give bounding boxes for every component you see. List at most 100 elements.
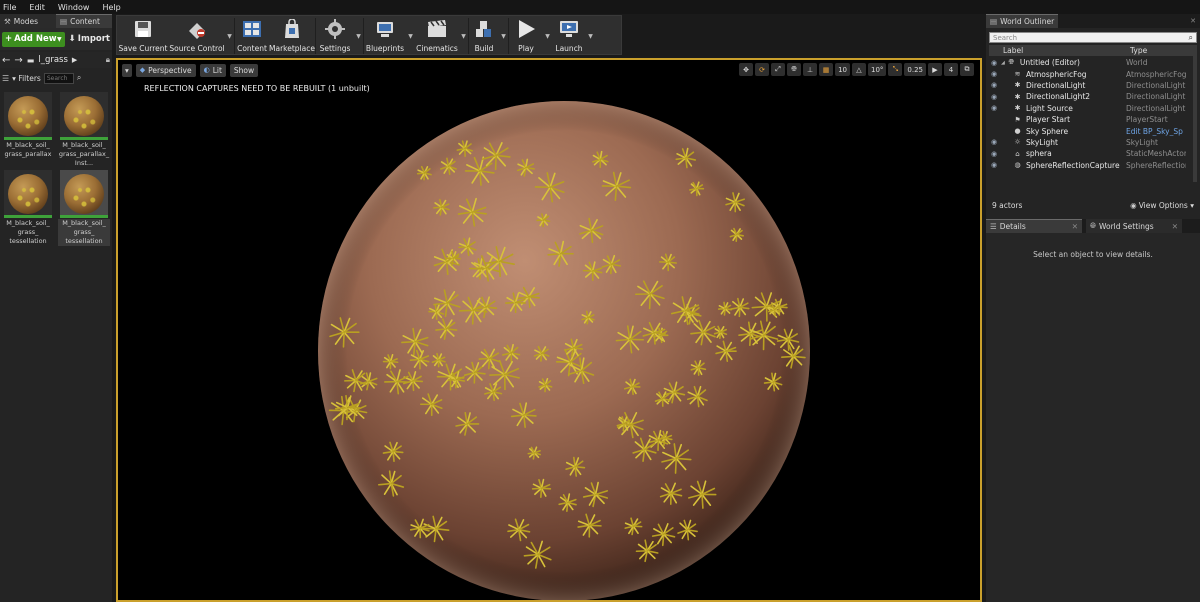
details-icon: ☰ (990, 222, 997, 231)
tab-details[interactable]: ☰ Details ✕ (986, 219, 1082, 233)
menu-bar: File Edit Window Help (0, 0, 1200, 14)
cinematics-dropdown[interactable]: ▼ (459, 16, 468, 56)
view-options-button[interactable]: ◉ View Options ▾ (1130, 201, 1194, 210)
launch-dropdown[interactable]: ▼ (586, 16, 595, 56)
outliner-row[interactable]: ⚑ Player Start PlayerStart (989, 114, 1197, 125)
play-button[interactable]: Play (509, 16, 543, 56)
play-dropdown[interactable]: ▼ (543, 16, 552, 56)
outliner-list: ◉ ◢ 🌐︎ Untitled (Editor) World ◉ ≋ AtmosphericF… (989, 57, 1197, 171)
rotation-snap-icon[interactable]: △ (851, 63, 866, 76)
actor-type: DirectionalLight (1126, 103, 1186, 113)
menu-window[interactable]: Window (58, 3, 90, 12)
asset-tile[interactable]: M_black_soil_ grass_parallax (2, 92, 54, 168)
menu-edit[interactable]: Edit (29, 3, 45, 12)
outliner-scrollbar[interactable] (1193, 52, 1197, 182)
outliner-row[interactable]: ◉ ◢ 🌐︎ Untitled (Editor) World (989, 57, 1197, 68)
outliner-row[interactable]: ◉ ✱ DirectionalLight DirectionalLight (989, 80, 1197, 91)
visibility-eye-icon[interactable]: ◉ (989, 93, 999, 101)
build-dropdown[interactable]: ▼ (499, 16, 508, 56)
sources-list-icon[interactable]: ☰ (2, 74, 9, 83)
visibility-eye-icon[interactable]: ◉ (989, 161, 999, 169)
rotate-icon[interactable]: ⟳ (755, 63, 770, 76)
blueprints-button[interactable]: Blueprints (364, 16, 406, 56)
skylight-icon: ☼ (1014, 138, 1021, 147)
close-icon[interactable]: ✕ (1072, 222, 1078, 231)
outliner-row[interactable]: ◉ ◍ SphereReflectionCapture SphereReflectio… (989, 160, 1197, 171)
lit-button[interactable]: ◐ Lit (199, 63, 226, 77)
lock-icon[interactable]: 🔒︎ (106, 55, 110, 65)
build-button[interactable]: Build (469, 16, 499, 56)
outliner-row[interactable]: ◉ ≋ AtmosphericFog AtmosphericFog (989, 68, 1197, 79)
level-viewport[interactable]: ▾ ◆ Perspective ◐ Lit Show ✥ ⟳ ⤢ 🌐︎ ⊥ ▦ … (116, 58, 982, 602)
back-arrow-icon[interactable]: ← (2, 55, 10, 66)
tab-modes[interactable]: ⚒ Modes (0, 14, 56, 28)
source-control-dropdown[interactable]: ▼ (225, 16, 234, 56)
folder-icon[interactable]: ▬ (27, 56, 35, 65)
column-type[interactable]: Type (1126, 46, 1147, 55)
translate-icon[interactable]: ✥ (739, 63, 754, 76)
visibility-eye-icon[interactable]: ◉ (989, 59, 999, 67)
settings-dropdown[interactable]: ▼ (354, 16, 363, 56)
world-space-icon[interactable]: 🌐︎ (787, 63, 802, 76)
visibility-eye-icon[interactable]: ◉ (989, 70, 999, 78)
grid-snap-icon[interactable]: ▦ (819, 63, 834, 76)
path-chevron-icon[interactable]: ▶ (72, 56, 77, 64)
visibility-eye-icon[interactable]: ◉ (989, 104, 999, 112)
outliner-row[interactable]: ◉ ⌂ sphera StaticMeshActor (989, 148, 1197, 159)
scale-snap-value[interactable]: 0.25 (904, 63, 926, 76)
scale-icon[interactable]: ⤢ (771, 63, 786, 76)
visibility-eye-icon[interactable]: ◉ (989, 138, 999, 146)
asset-tile[interactable]: M_black_soil_ grass_ tessellation (58, 170, 110, 246)
rotation-snap-value[interactable]: 10° (867, 63, 887, 76)
scale-snap-icon[interactable]: ⤡ (888, 63, 903, 76)
outliner-row[interactable]: ◉ ✱ Light Source DirectionalLight (989, 103, 1197, 114)
outliner-row[interactable]: ◉ ☼ SkyLight SkyLight (989, 137, 1197, 148)
close-icon[interactable]: ✕ (1172, 222, 1178, 231)
close-icon[interactable]: ✕ (1190, 17, 1196, 25)
perspective-button[interactable]: ◆ Perspective (135, 63, 196, 77)
blueprints-dropdown[interactable]: ▼ (406, 16, 415, 56)
filters-button[interactable]: ▾ Filters (12, 74, 41, 83)
tab-world-outliner[interactable]: ▤ World Outliner (986, 14, 1059, 28)
content-button[interactable]: Content (235, 16, 269, 56)
asset-tile[interactable]: M_black_soil_ grass_parallax_ Inst... (58, 92, 110, 168)
forward-arrow-icon[interactable]: → (14, 55, 22, 66)
viewport-options-button[interactable]: ▾ (122, 63, 132, 77)
world-icon: 🌐︎ (1008, 58, 1015, 67)
import-label: Import (77, 34, 110, 44)
path-label[interactable]: l_grass (38, 55, 68, 65)
asset-tile[interactable]: M_black_soil_ grass_ tessellation (2, 170, 54, 246)
surface-snap-icon[interactable]: ⊥ (803, 63, 818, 76)
grid-snap-value[interactable]: 10 (835, 63, 850, 76)
import-button[interactable]: ⬇ Import (69, 32, 110, 47)
visibility-eye-icon[interactable]: ◉ (989, 150, 999, 158)
filters-label: Filters (18, 73, 41, 83)
tab-world-settings[interactable]: 🌐︎ World Settings ✕ (1086, 219, 1182, 233)
asset-search-input[interactable]: Search (43, 72, 74, 84)
menu-help[interactable]: Help (102, 3, 120, 12)
add-new-button[interactable]: + Add New ▼ (2, 31, 65, 47)
expand-arrow-icon[interactable]: ◢ (1001, 60, 1005, 66)
camera-speed-icon[interactable]: ▶ (928, 63, 942, 76)
material-thumbnail (4, 170, 52, 218)
outliner-row-label: ⚑ Player Start (999, 115, 1126, 124)
save-current-button[interactable]: Save Current (117, 16, 169, 56)
show-button[interactable]: Show (229, 63, 259, 77)
menu-file[interactable]: File (3, 3, 16, 12)
tab-content[interactable]: ▤ Content (56, 14, 112, 28)
camera-speed-value[interactable]: 4 (944, 63, 958, 76)
outliner-row[interactable]: ◉ ✱ DirectionalLight2 DirectionalLight (989, 91, 1197, 102)
outliner-row[interactable]: ● Sky Sphere Edit BP_Sky_Sp (989, 125, 1197, 136)
outliner-search-input[interactable]: Search ⌕ (989, 32, 1197, 43)
actor-type: World (1126, 58, 1148, 68)
source-control-button[interactable]: Source Control (169, 16, 225, 56)
cinematics-button[interactable]: Cinematics (415, 16, 459, 56)
actor-type[interactable]: Edit BP_Sky_Sp (1126, 127, 1186, 136)
marketplace-label: Marketplace (269, 44, 315, 53)
maximize-viewport-icon[interactable]: ⧉ (960, 63, 974, 76)
launch-button[interactable]: Launch (552, 16, 586, 56)
column-label[interactable]: Label (989, 46, 1126, 55)
settings-button[interactable]: Settings (316, 16, 354, 56)
visibility-eye-icon[interactable]: ◉ (989, 81, 999, 89)
marketplace-button[interactable]: Marketplace (269, 16, 315, 56)
